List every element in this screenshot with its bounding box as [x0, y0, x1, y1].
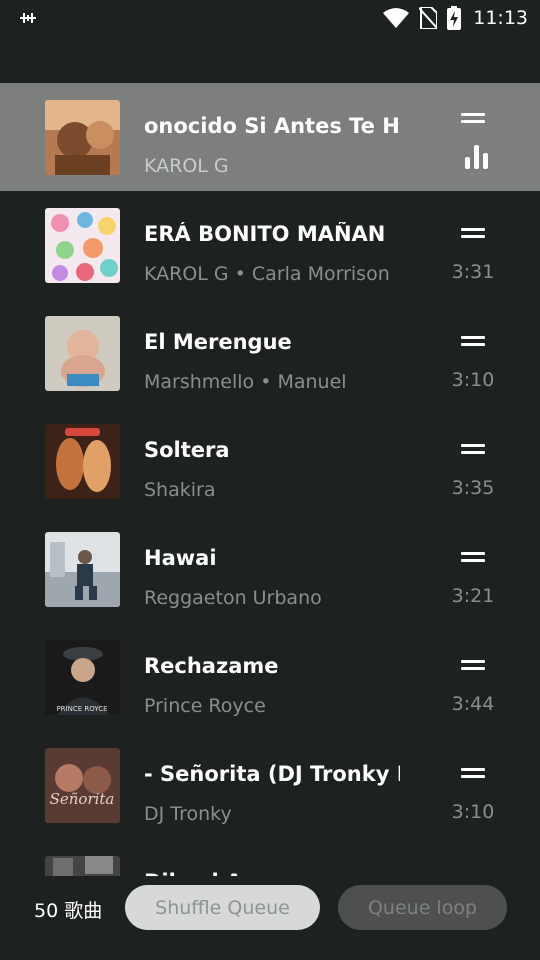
queue-item[interactable]: El Merengue Marshmello • Manuel 3:10: [0, 299, 540, 407]
queue-loop-button[interactable]: Queue loop: [338, 885, 507, 930]
album-art-caption: PRINCE ROYCE: [56, 705, 107, 713]
queue-item[interactable]: Soltera Shakira 3:35: [0, 407, 540, 515]
track-duration: 3:31: [451, 261, 495, 283]
track-artist: Prince Royce: [144, 695, 266, 717]
track-title: - Señorita (DJ Tronky B: [144, 762, 400, 786]
album-art: [45, 424, 120, 499]
shuffle-queue-button[interactable]: Shuffle Queue: [125, 885, 320, 930]
track-artist: KAROL G: [144, 155, 229, 177]
track-title: ERÁ BONITO MAÑAN: [144, 222, 386, 246]
track-artist: KAROL G • Carla Morrison: [144, 263, 390, 285]
status-bar: 11:13: [0, 0, 540, 36]
track-title: onocido Si Antes Te H: [144, 114, 400, 138]
queue-item[interactable]: PRINCE ROYCE Rechazame Prince Royce 3:44: [0, 623, 540, 731]
queue-item[interactable]: Hawai Reggaeton Urbano 3:21: [0, 515, 540, 623]
queue-item[interactable]: ERÁ BONITO MAÑAN KAROL G • Carla Morriso…: [0, 191, 540, 299]
drag-handle-icon[interactable]: [461, 110, 485, 124]
app-notification-icon: [20, 13, 36, 23]
queue-footer: 50 歌曲 Shuffle Queue Queue loop: [0, 876, 540, 960]
album-art-caption: Señorita: [50, 790, 115, 808]
drag-handle-icon[interactable]: [461, 657, 485, 671]
album-art: Señorita: [45, 748, 120, 823]
album-art: [45, 100, 120, 175]
queue-item[interactable]: onocido Si Antes Te H KAROL G: [0, 83, 540, 191]
track-duration: 3:44: [451, 693, 495, 715]
battery-charging-icon: [447, 6, 462, 30]
track-duration: 3:10: [451, 801, 495, 823]
track-duration: 3:21: [451, 585, 495, 607]
track-title: Rechazame: [144, 654, 279, 678]
track-artist: DJ Tronky: [144, 803, 232, 825]
album-art: [45, 208, 120, 283]
status-time: 11:13: [473, 7, 528, 29]
track-title: El Merengue: [144, 330, 292, 354]
queue-item[interactable]: Señorita - Señorita (DJ Tronky B DJ Tron…: [0, 731, 540, 839]
track-duration: 3:10: [451, 369, 495, 391]
track-artist: Marshmello • Manuel: [144, 371, 347, 393]
drag-handle-icon[interactable]: [461, 765, 485, 779]
no-sim-icon: [419, 7, 438, 29]
track-duration: 3:35: [451, 477, 495, 499]
album-art: [45, 316, 120, 391]
track-artist: Reggaeton Urbano: [144, 587, 322, 609]
now-playing-equalizer-icon: [465, 145, 488, 169]
drag-handle-icon[interactable]: [461, 225, 485, 239]
track-title: Soltera: [144, 438, 230, 462]
drag-handle-icon[interactable]: [461, 441, 485, 455]
wifi-icon: [383, 8, 410, 28]
album-art: [45, 532, 120, 607]
track-artist: Shakira: [144, 479, 216, 501]
queue-list[interactable]: onocido Si Antes Te H KAROL G ERÁ BONITO: [0, 83, 540, 947]
drag-handle-icon[interactable]: [461, 333, 485, 347]
drag-handle-icon[interactable]: [461, 549, 485, 563]
album-art: PRINCE ROYCE: [45, 640, 120, 715]
song-count: 50 歌曲: [34, 900, 103, 922]
track-title: Hawai: [144, 546, 217, 570]
